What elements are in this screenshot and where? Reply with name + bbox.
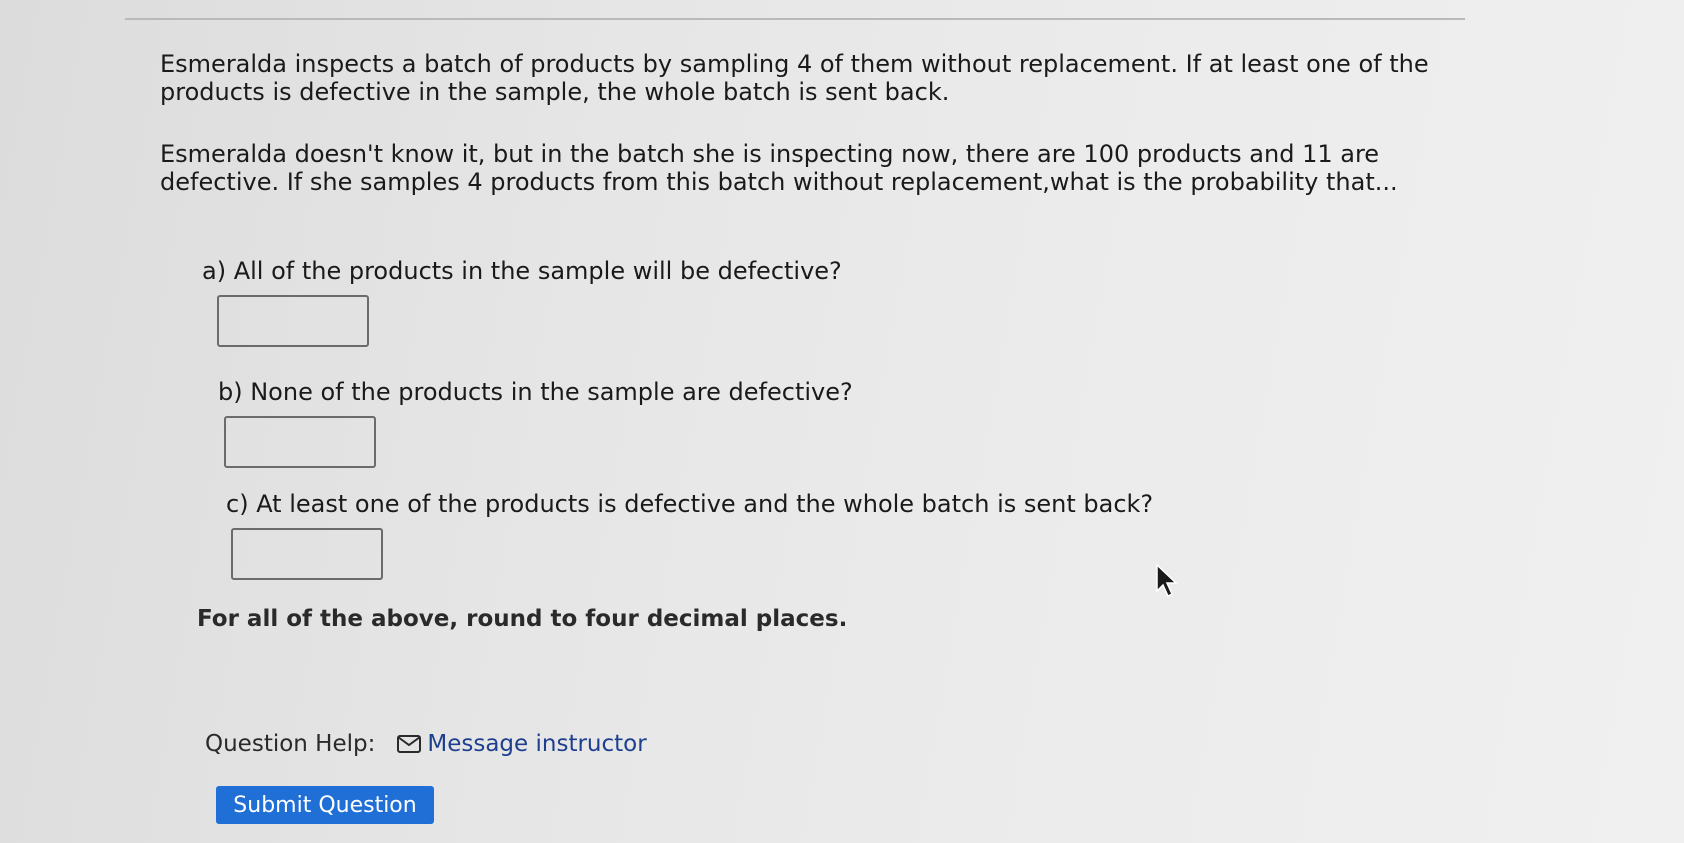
problem-paragraph-2: Esmeralda doesn't know it, but in the ba… [160, 140, 1398, 196]
question-help-label: Question Help: [205, 731, 376, 757]
message-instructor-label: Message instructor [427, 731, 647, 757]
part-b-label: b) None of the products in the sample ar… [218, 378, 853, 406]
problem-statement: Esmeralda inspects a batch of products b… [160, 50, 1440, 196]
problem-paragraph-1: Esmeralda inspects a batch of products b… [160, 50, 1429, 106]
part-b-answer-input[interactable] [224, 416, 376, 468]
part-a-label: a) All of the products in the sample wil… [202, 257, 842, 285]
submit-question-button[interactable]: Submit Question [216, 786, 434, 824]
part-c-answer-input[interactable] [231, 528, 383, 580]
part-b: b) None of the products in the sample ar… [218, 378, 853, 468]
part-c: c) At least one of the products is defec… [226, 490, 1153, 580]
mouse-cursor-icon [1156, 563, 1178, 598]
top-divider [125, 18, 1465, 20]
part-c-label: c) At least one of the products is defec… [226, 490, 1154, 518]
part-a-answer-input[interactable] [217, 295, 369, 347]
part-a: a) All of the products in the sample wil… [202, 257, 842, 347]
question-help: Question Help: Message instructor [205, 730, 647, 758]
mail-icon [397, 735, 422, 753]
message-instructor-link[interactable]: Message instructor [397, 730, 647, 758]
rounding-instruction: For all of the above, round to four deci… [197, 606, 848, 632]
